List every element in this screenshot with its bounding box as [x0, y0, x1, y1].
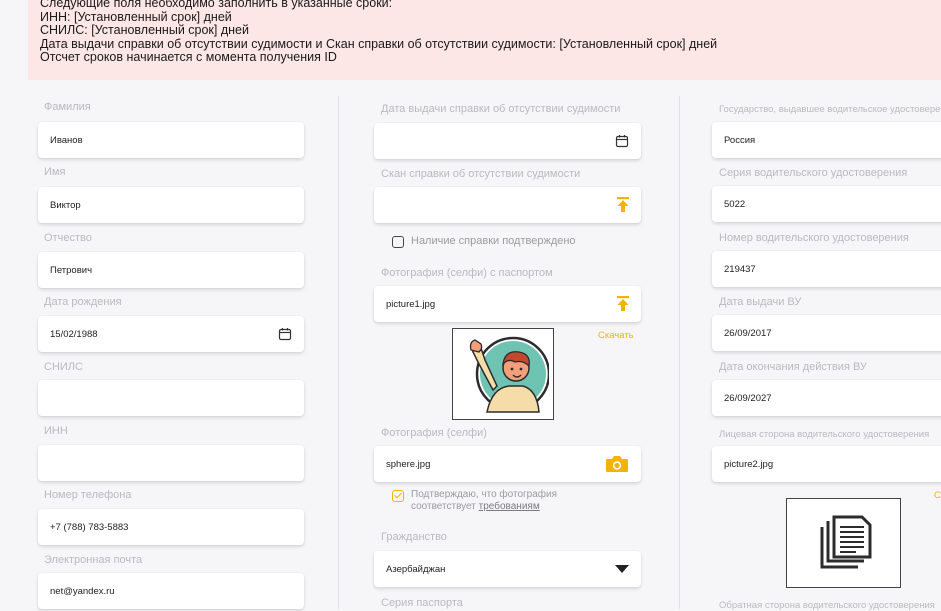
- snils-label: СНИЛС: [44, 361, 83, 373]
- alert-line: Дата выдачи справки об отсутствии судимо…: [40, 36, 718, 51]
- upload-icon[interactable]: [617, 197, 629, 213]
- requirements-link[interactable]: требованиям: [479, 501, 540, 512]
- alert-line: Отсчет сроков начинается с момента получ…: [40, 50, 337, 64]
- phone-value: +7 (788) 783-5883: [50, 521, 129, 533]
- inn-label: ИНН: [44, 425, 68, 437]
- phone-field[interactable]: +7 (788) 783-5883: [38, 509, 304, 545]
- cert-date-field[interactable]: [374, 123, 641, 159]
- birthdate-label: Дата рождения: [44, 296, 122, 308]
- cert-confirmed-checkbox[interactable]: Наличие справки подтверждено: [392, 235, 576, 248]
- photo-confirm-text: Подтверждаю, что фотография соответствуе…: [411, 489, 557, 513]
- dl-series-field[interactable]: 5022: [712, 186, 941, 222]
- calendar-icon[interactable]: [615, 134, 629, 148]
- phone-label: Номер телефона: [44, 489, 132, 501]
- passport-series-label: Серия паспорта: [381, 597, 463, 609]
- dl-number-field[interactable]: 219437: [712, 251, 941, 287]
- dl-expiry-label: Дата окончания действия ВУ: [719, 361, 867, 373]
- lastname-field[interactable]: Иванов: [38, 122, 304, 158]
- birthdate-value: 15/02/1988: [50, 328, 98, 340]
- firstname-label: Имя: [44, 166, 66, 178]
- dl-number-label: Номер водительского удостоверения: [719, 232, 909, 244]
- selfie-field[interactable]: sphere.jpg: [374, 446, 641, 482]
- checkbox-checked-icon[interactable]: [392, 490, 404, 502]
- firstname-value: Виктор: [50, 199, 81, 211]
- email-label: Электронная почта: [44, 554, 143, 566]
- citizenship-value: Азербайджан: [386, 563, 446, 575]
- camera-icon[interactable]: [605, 455, 629, 473]
- selfie-passport-label: Фотография (селфи) с паспортом: [381, 267, 553, 279]
- photo-confirm-line-1: Подтверждаю, что фотография: [411, 489, 558, 500]
- person-waving-illustration: [469, 336, 549, 413]
- document-icon: [820, 515, 871, 569]
- deadline-alert: Следующие поля необходимо заполнить в ук…: [28, 0, 941, 80]
- dl-front-label: Лицевая сторона водительского удостовере…: [719, 429, 930, 440]
- patronymic-field[interactable]: Петрович: [38, 252, 304, 288]
- citizenship-select[interactable]: Азербайджан: [374, 551, 641, 587]
- dl-issue-field[interactable]: 26/09/2017: [712, 315, 941, 351]
- selfie-passport-field[interactable]: picture1.jpg: [374, 286, 641, 322]
- alert-line: ИНН: [Установленный срок] дней: [40, 9, 232, 24]
- dl-number-value: 219437: [724, 263, 756, 275]
- dl-series-value: 5022: [724, 198, 746, 210]
- alert-line: СНИЛС: [Установленный срок] дней: [40, 23, 249, 37]
- lastname-value: Иванов: [50, 134, 83, 146]
- dl-front-field[interactable]: picture2.jpg: [712, 446, 941, 482]
- birthdate-field[interactable]: 15/02/1988: [38, 316, 304, 352]
- email-field[interactable]: net@yandex.ru: [38, 573, 304, 609]
- citizenship-label: Гражданство: [381, 531, 447, 543]
- selfie-passport-value: picture1.jpg: [386, 298, 436, 310]
- dl-issue-label: Дата выдачи ВУ: [719, 296, 802, 308]
- dl-front-preview-image: [786, 498, 901, 588]
- calendar-icon[interactable]: [278, 327, 292, 341]
- caret-down-icon[interactable]: [615, 565, 629, 573]
- dl-back-label: Обратная сторона водительского удостовер…: [719, 600, 935, 611]
- cert-scan-label: Скан справки об отсутствии судимости: [381, 168, 581, 180]
- selfie-label: Фотография (селфи): [381, 427, 487, 439]
- selfie-value: sphere.jpg: [386, 458, 431, 470]
- download-link[interactable]: С: [934, 490, 941, 501]
- column-divider: [338, 96, 339, 609]
- dl-country-label: Государство, выдавшее водительское удост…: [719, 104, 941, 115]
- dl-expiry-value: 26/09/2027: [724, 392, 772, 404]
- snils-field[interactable]: [38, 380, 304, 416]
- patronymic-label: Отчество: [44, 232, 92, 244]
- photo-confirm-checkbox[interactable]: Подтверждаю, что фотография соответствуе…: [392, 489, 557, 513]
- selfie-preview-image: [452, 328, 554, 420]
- cert-date-label: Дата выдачи справки об отсутствии судимо…: [381, 103, 621, 115]
- email-value: net@yandex.ru: [50, 585, 115, 597]
- lastname-label: Фамилия: [44, 101, 91, 113]
- dl-front-value: picture2.jpg: [724, 458, 774, 470]
- alert-line: Следующие поля необходимо заполнить в ук…: [40, 0, 393, 10]
- cert-confirmed-label: Наличие справки подтверждено: [411, 235, 576, 247]
- patronymic-value: Петрович: [50, 264, 93, 276]
- upload-icon[interactable]: [617, 296, 629, 312]
- dl-country-field[interactable]: Россия: [712, 122, 941, 158]
- dl-issue-value: 26/09/2017: [724, 327, 772, 339]
- column-divider: [679, 96, 680, 609]
- download-link[interactable]: Скачать: [598, 330, 634, 341]
- inn-field[interactable]: [38, 445, 304, 481]
- cert-scan-field[interactable]: [374, 187, 641, 223]
- checkbox-icon[interactable]: [392, 236, 404, 248]
- dl-expiry-field[interactable]: 26/09/2027: [712, 380, 941, 416]
- dl-series-label: Серия водительского удостоверения: [719, 167, 908, 179]
- photo-confirm-line-2: соответствует: [411, 501, 479, 512]
- dl-country-value: Россия: [724, 134, 756, 146]
- firstname-field[interactable]: Виктор: [38, 187, 304, 223]
